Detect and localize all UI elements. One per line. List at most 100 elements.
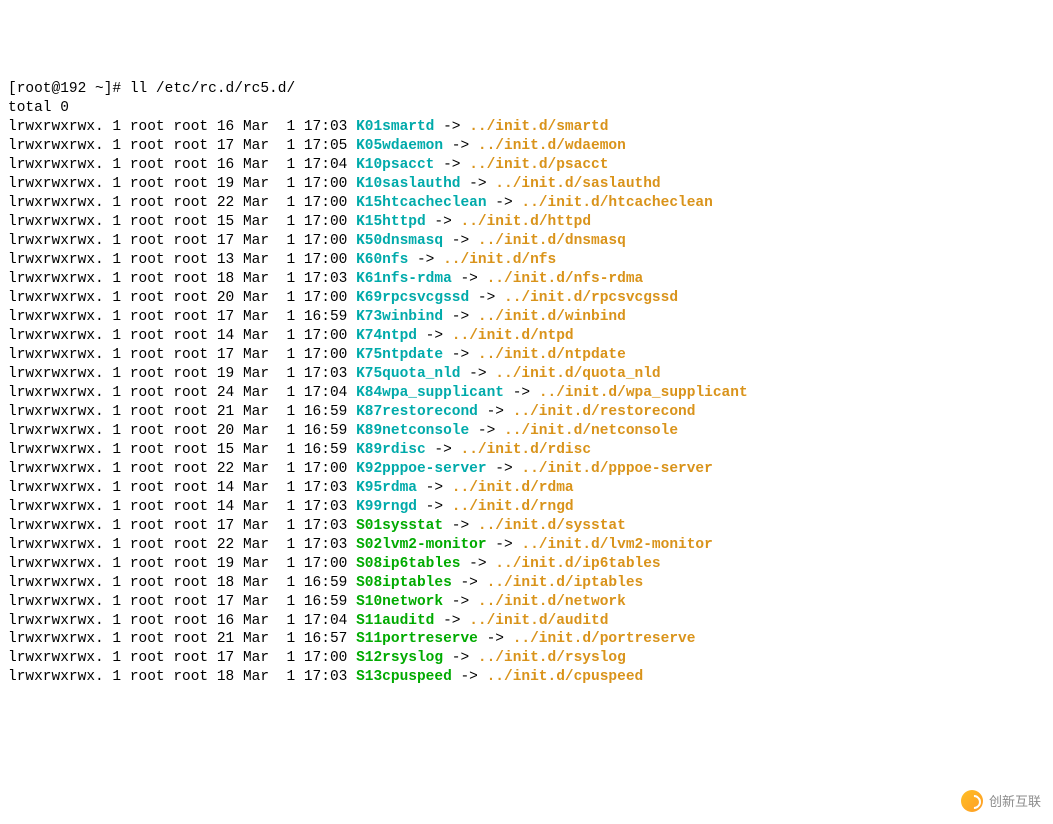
symlink-target: ../init.d/network	[478, 594, 626, 610]
listing-row: lrwxrwxrwx. 1 root root 18 Mar 1 17:03 S…	[8, 668, 1045, 687]
symlink-target: ../init.d/netconsole	[504, 423, 678, 439]
symlink-target: ../init.d/saslauthd	[495, 176, 660, 192]
symlink-target: ../init.d/nfs-rdma	[487, 271, 644, 287]
symlink-target: ../init.d/pppoe-server	[521, 461, 712, 477]
file-metadata: lrwxrwxrwx. 1 root root 20 Mar 1 16:59	[8, 423, 356, 439]
symlink-target: ../init.d/rsyslog	[478, 650, 626, 666]
symlink-target: ../init.d/dnsmasq	[478, 233, 626, 249]
listing-row: lrwxrwxrwx. 1 root root 14 Mar 1 17:00 K…	[8, 327, 1045, 346]
symlink-name: S02lvm2-monitor	[356, 537, 487, 553]
listing-row: lrwxrwxrwx. 1 root root 15 Mar 1 17:00 K…	[8, 213, 1045, 232]
arrow: ->	[417, 499, 452, 515]
arrow: ->	[504, 385, 539, 401]
symlink-name: K89rdisc	[356, 442, 426, 458]
listing-row: lrwxrwxrwx. 1 root root 17 Mar 1 16:59 K…	[8, 308, 1045, 327]
symlink-name: K01smartd	[356, 119, 434, 135]
symlink-target: ../init.d/cpuspeed	[487, 669, 644, 685]
symlink-target: ../init.d/auditd	[469, 613, 608, 629]
arrow: ->	[460, 176, 495, 192]
symlink-target: ../init.d/psacct	[469, 157, 608, 173]
symlink-target: ../init.d/rpcsvcgssd	[504, 290, 678, 306]
symlink-name: K73winbind	[356, 309, 443, 325]
listing-row: lrwxrwxrwx. 1 root root 16 Mar 1 17:04 S…	[8, 612, 1045, 631]
file-metadata: lrwxrwxrwx. 1 root root 17 Mar 1 17:05	[8, 138, 356, 154]
arrow: ->	[469, 290, 504, 306]
arrow: ->	[426, 442, 461, 458]
file-metadata: lrwxrwxrwx. 1 root root 16 Mar 1 17:04	[8, 157, 356, 173]
file-metadata: lrwxrwxrwx. 1 root root 15 Mar 1 16:59	[8, 442, 356, 458]
file-metadata: lrwxrwxrwx. 1 root root 16 Mar 1 17:03	[8, 119, 356, 135]
file-metadata: lrwxrwxrwx. 1 root root 17 Mar 1 17:00	[8, 233, 356, 249]
listing-row: lrwxrwxrwx. 1 root root 17 Mar 1 17:03 S…	[8, 517, 1045, 536]
file-metadata: lrwxrwxrwx. 1 root root 24 Mar 1 17:04	[8, 385, 356, 401]
file-metadata: lrwxrwxrwx. 1 root root 17 Mar 1 16:59	[8, 309, 356, 325]
prompt-line: [root@192 ~]# ll /etc/rc.d/rc5.d/	[8, 80, 1045, 99]
symlink-name: S13cpuspeed	[356, 669, 452, 685]
file-metadata: lrwxrwxrwx. 1 root root 17 Mar 1 17:00	[8, 650, 356, 666]
arrow: ->	[443, 138, 478, 154]
file-metadata: lrwxrwxrwx. 1 root root 16 Mar 1 17:04	[8, 613, 356, 629]
file-metadata: lrwxrwxrwx. 1 root root 17 Mar 1 16:59	[8, 594, 356, 610]
listing-row: lrwxrwxrwx. 1 root root 22 Mar 1 17:03 S…	[8, 536, 1045, 555]
watermark-logo-icon	[961, 790, 983, 812]
listing-row: lrwxrwxrwx. 1 root root 22 Mar 1 17:00 K…	[8, 194, 1045, 213]
symlink-name: K50dnsmasq	[356, 233, 443, 249]
symlink-name: K05wdaemon	[356, 138, 443, 154]
symlink-name: S08iptables	[356, 575, 452, 591]
listing-row: lrwxrwxrwx. 1 root root 13 Mar 1 17:00 K…	[8, 251, 1045, 270]
arrow: ->	[487, 537, 522, 553]
arrow: ->	[460, 556, 495, 572]
arrow: ->	[487, 195, 522, 211]
listing-row: lrwxrwxrwx. 1 root root 17 Mar 1 16:59 S…	[8, 593, 1045, 612]
file-metadata: lrwxrwxrwx. 1 root root 14 Mar 1 17:03	[8, 480, 356, 496]
symlink-target: ../init.d/quota_nld	[495, 366, 660, 382]
file-metadata: lrwxrwxrwx. 1 root root 18 Mar 1 16:59	[8, 575, 356, 591]
symlink-name: K74ntpd	[356, 328, 417, 344]
listing-row: lrwxrwxrwx. 1 root root 16 Mar 1 17:03 K…	[8, 118, 1045, 137]
symlink-target: ../init.d/htcacheclean	[521, 195, 712, 211]
listing-row: lrwxrwxrwx. 1 root root 19 Mar 1 17:03 K…	[8, 365, 1045, 384]
listing-row: lrwxrwxrwx. 1 root root 19 Mar 1 17:00 S…	[8, 555, 1045, 574]
symlink-name: K87restorecond	[356, 404, 478, 420]
arrow: ->	[469, 423, 504, 439]
symlink-name: K60nfs	[356, 252, 408, 268]
file-metadata: lrwxrwxrwx. 1 root root 13 Mar 1 17:00	[8, 252, 356, 268]
listing-row: lrwxrwxrwx. 1 root root 17 Mar 1 17:00 K…	[8, 346, 1045, 365]
listing-row: lrwxrwxrwx. 1 root root 21 Mar 1 16:59 K…	[8, 403, 1045, 422]
command: ll /etc/rc.d/rc5.d/	[130, 81, 295, 97]
symlink-name: S01sysstat	[356, 518, 443, 534]
symlink-target: ../init.d/rdisc	[461, 442, 592, 458]
symlink-name: K69rpcsvcgssd	[356, 290, 469, 306]
arrow: ->	[443, 347, 478, 363]
listing-row: lrwxrwxrwx. 1 root root 18 Mar 1 17:03 K…	[8, 270, 1045, 289]
symlink-target: ../init.d/portreserve	[513, 631, 696, 647]
arrow: ->	[452, 575, 487, 591]
arrow: ->	[452, 271, 487, 287]
listing-row: lrwxrwxrwx. 1 root root 14 Mar 1 17:03 K…	[8, 479, 1045, 498]
symlink-target: ../init.d/ip6tables	[495, 556, 660, 572]
watermark-text: 创新互联	[989, 793, 1041, 810]
symlink-target: ../init.d/iptables	[487, 575, 644, 591]
arrow: ->	[434, 157, 469, 173]
file-metadata: lrwxrwxrwx. 1 root root 14 Mar 1 17:00	[8, 328, 356, 344]
symlink-target: ../init.d/ntpdate	[478, 347, 626, 363]
symlink-name: K10saslauthd	[356, 176, 460, 192]
file-metadata: lrwxrwxrwx. 1 root root 21 Mar 1 16:57	[8, 631, 356, 647]
listing-row: lrwxrwxrwx. 1 root root 22 Mar 1 17:00 K…	[8, 460, 1045, 479]
file-metadata: lrwxrwxrwx. 1 root root 17 Mar 1 17:03	[8, 518, 356, 534]
listing-row: lrwxrwxrwx. 1 root root 20 Mar 1 17:00 K…	[8, 289, 1045, 308]
symlink-name: S08ip6tables	[356, 556, 460, 572]
file-metadata: lrwxrwxrwx. 1 root root 15 Mar 1 17:00	[8, 214, 356, 230]
file-metadata: lrwxrwxrwx. 1 root root 22 Mar 1 17:03	[8, 537, 356, 553]
file-metadata: lrwxrwxrwx. 1 root root 19 Mar 1 17:00	[8, 556, 356, 572]
symlink-target: ../init.d/wdaemon	[478, 138, 626, 154]
symlink-target: ../init.d/winbind	[478, 309, 626, 325]
terminal-output: [root@192 ~]# ll /etc/rc.d/rc5.d/total 0…	[8, 80, 1045, 688]
arrow: ->	[452, 669, 487, 685]
file-metadata: lrwxrwxrwx. 1 root root 19 Mar 1 17:00	[8, 176, 356, 192]
listing-row: lrwxrwxrwx. 1 root root 14 Mar 1 17:03 K…	[8, 498, 1045, 517]
arrow: ->	[443, 233, 478, 249]
symlink-name: K92pppoe-server	[356, 461, 487, 477]
symlink-target: ../init.d/rdma	[452, 480, 574, 496]
file-metadata: lrwxrwxrwx. 1 root root 22 Mar 1 17:00	[8, 195, 356, 211]
